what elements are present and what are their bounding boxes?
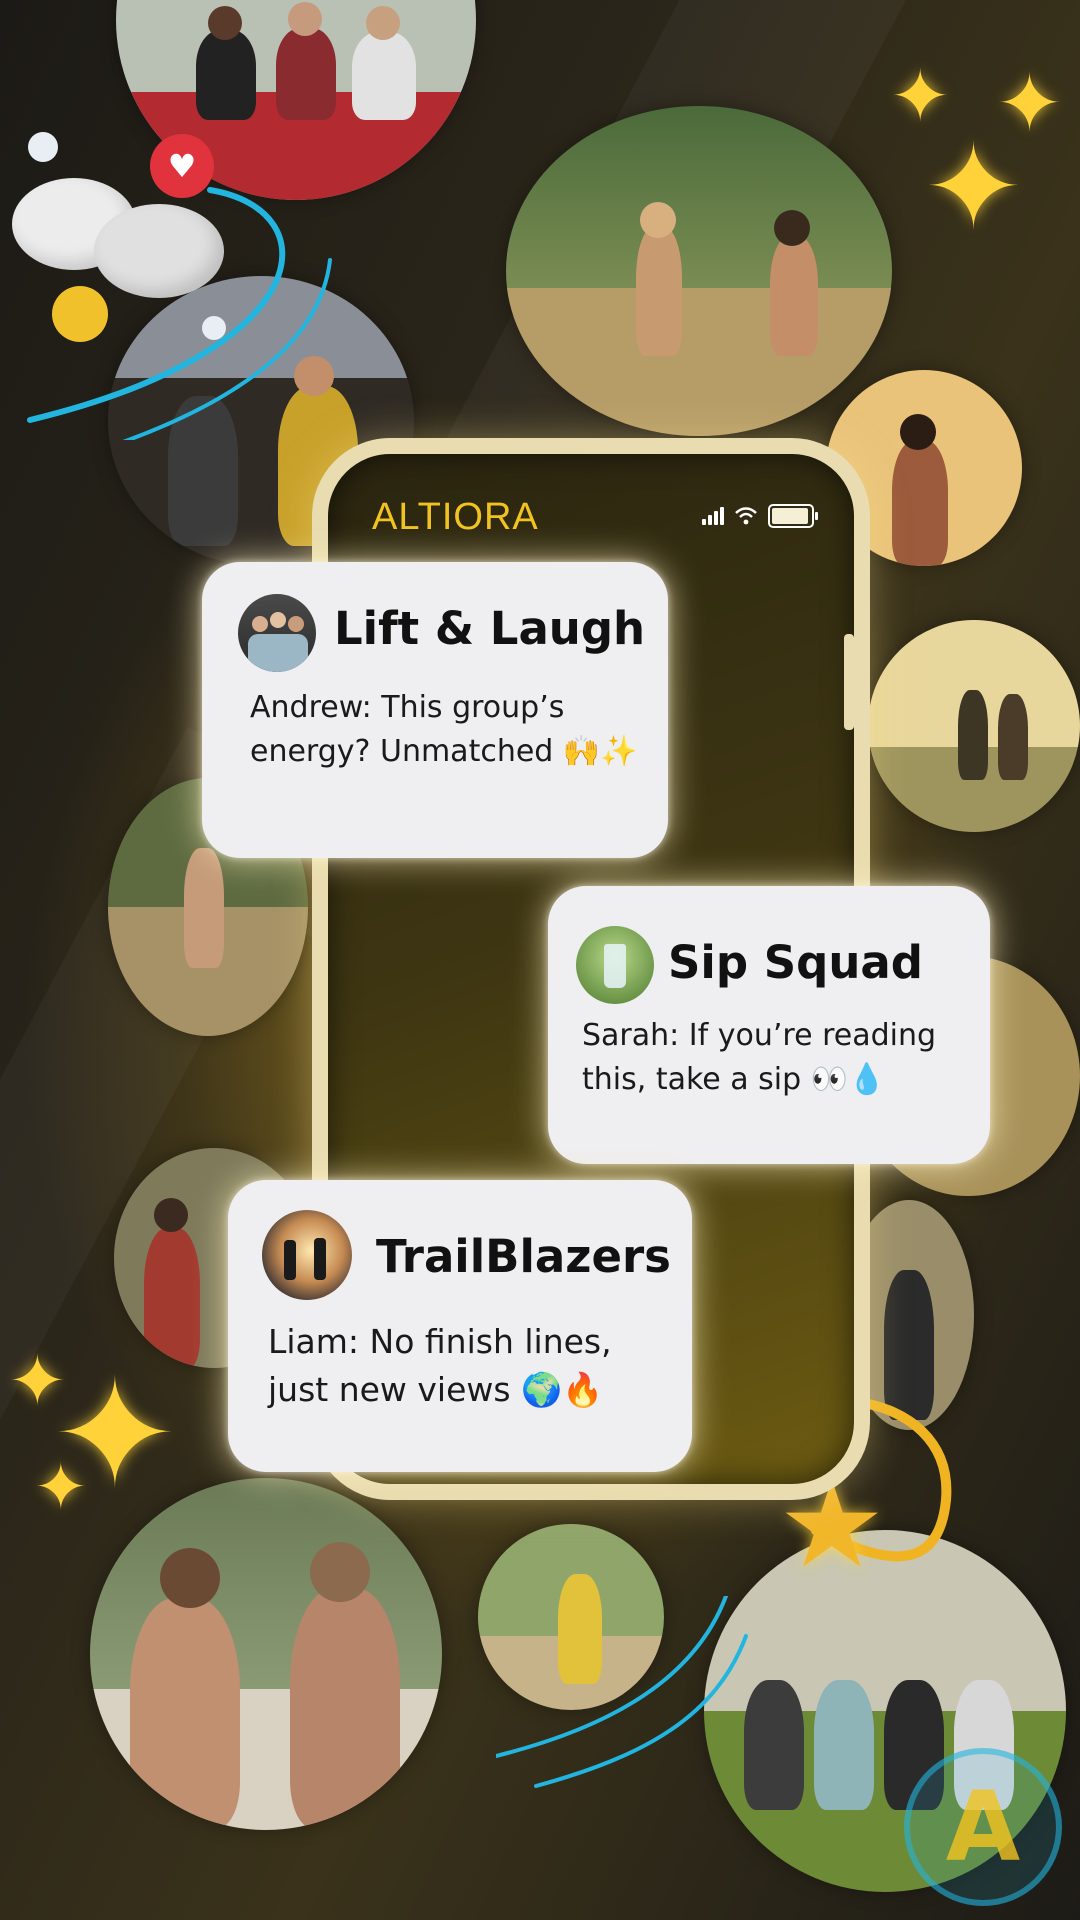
app-brand: ALTIORA [372, 496, 539, 538]
sparkle-icon: ✦ [34, 1451, 88, 1525]
wifi-icon [735, 507, 757, 525]
chat-message-preview: Andrew: This group’s energy? Unmatched 🙌… [250, 690, 638, 769]
signal-icon [702, 507, 724, 525]
altiora-logo-icon: A [904, 1748, 1062, 1906]
water-glass-avatar-icon [576, 926, 654, 1004]
chat-title: Sip Squad [668, 936, 923, 989]
status-bar [702, 504, 818, 528]
swoosh-top-left-icon [27, 187, 332, 440]
chat-card-trailblazers[interactable]: TrailBlazers Liam: No finish lines, just… [228, 1180, 692, 1472]
chat-message-preview: Liam: No finish lines, just new views 🌍🔥 [268, 1322, 612, 1409]
chat-card-sip-squad[interactable]: Sip Squad Sarah: If you’re reading this,… [548, 886, 990, 1164]
swoosh-bottom-icon [496, 1596, 748, 1788]
bubble-dot-icon [28, 132, 58, 162]
battery-icon [768, 504, 818, 528]
photo-volleyball-handshake [90, 1478, 442, 1830]
chat-card-lift-and-laugh[interactable]: Lift & Laugh Andrew: This group’s energy… [202, 562, 668, 858]
hikers-sunset-avatar-icon [262, 1210, 352, 1300]
chat-message-preview: Sarah: If you’re reading this, take a si… [582, 1018, 937, 1097]
chat-title: TrailBlazers [376, 1230, 671, 1283]
group-photo-avatar-icon [238, 594, 316, 672]
chat-title: Lift & Laugh [334, 602, 646, 655]
sparkle-icon: ✦ [924, 118, 1023, 256]
photo-water-splash [868, 620, 1080, 832]
phone-side-button [844, 634, 854, 730]
